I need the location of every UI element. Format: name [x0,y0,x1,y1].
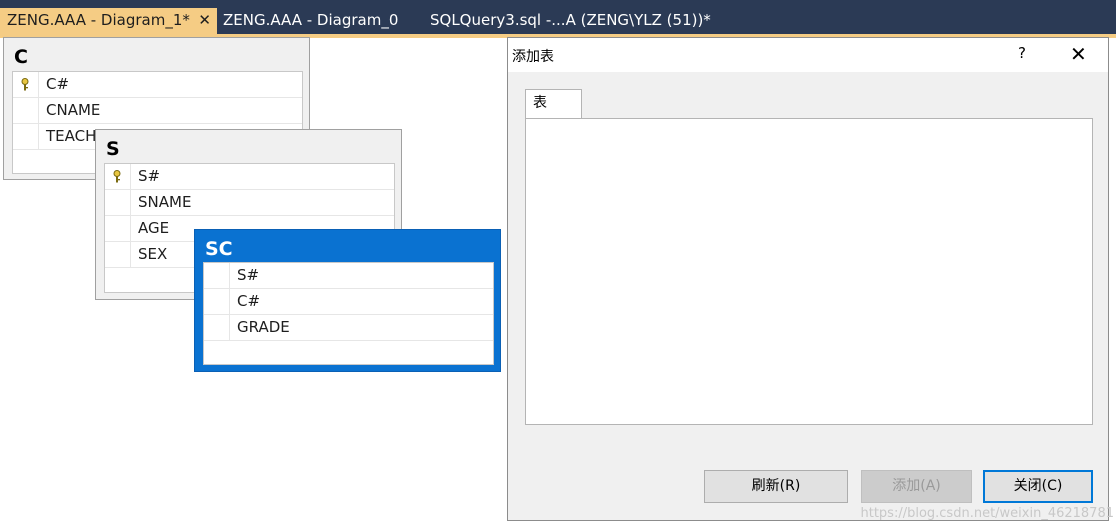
column-name: S# [138,167,161,185]
close-icon[interactable]: ✕ [1070,42,1087,66]
close-button[interactable]: 关闭(C) [983,470,1093,503]
tab-label: ZENG.AAA - Diagram_1* [7,11,190,29]
column-row[interactable]: C# [13,72,302,98]
table-list[interactable] [525,118,1093,425]
row-selector[interactable] [204,289,230,314]
row-selector[interactable] [105,242,131,267]
tab-label: ZENG.AAA - Diagram_0 [223,11,399,29]
column-row[interactable]: S# [105,164,394,190]
column-name: C# [46,75,70,93]
column-row[interactable]: S# [204,263,493,289]
row-selector[interactable] [13,124,39,149]
column-name: SEX [138,245,168,263]
row-selector[interactable] [105,164,131,189]
row-selector[interactable] [13,72,39,97]
table-sc[interactable]: SC S# C# GRADE [194,229,501,372]
table-title: SC [205,238,233,260]
column-name: CNAME [46,101,101,119]
add-table-dialog: 添加表 ? ✕ 表 刷新(R) 添加(A) 关闭(C) [507,37,1109,521]
column-row[interactable]: CNAME [13,98,302,124]
column-name: TEACH [46,127,97,145]
column-name: AGE [138,219,170,237]
table-title: S [106,138,120,160]
row-selector[interactable] [105,190,131,215]
column-row[interactable]: GRADE [204,315,493,341]
tab-diagram-0[interactable]: ZENG.AAA - Diagram_0 [223,8,398,34]
help-icon[interactable]: ? [1018,44,1026,62]
row-selector[interactable] [105,216,131,241]
column-row[interactable]: SNAME [105,190,394,216]
close-tab-icon[interactable]: ✕ [198,8,211,32]
refresh-button[interactable]: 刷新(R) [704,470,848,503]
row-selector[interactable] [13,98,39,123]
column-name: C# [237,292,261,310]
watermark: https://blog.csdn.net/weixin_46218781 [860,506,1114,521]
primary-key-icon [21,78,29,91]
row-selector[interactable] [204,263,230,288]
dialog-title: 添加表 [512,49,554,65]
add-button[interactable]: 添加(A) [861,470,972,503]
primary-key-icon [113,170,121,183]
column-name: S# [237,266,260,284]
table-title: C [14,46,28,68]
row-selector[interactable] [204,315,230,340]
tab-label: SQLQuery3.sql -...A (ZENG\YLZ (51))* [430,11,711,29]
column-name: SNAME [138,193,192,211]
tab-tables[interactable]: 表 [525,89,582,119]
document-tab-bar: ZENG.AAA - Diagram_1* ✕ ZENG.AAA - Diagr… [0,0,1116,38]
tab-diagram-1[interactable]: ZENG.AAA - Diagram_1* ✕ [0,8,217,34]
dialog-titlebar[interactable]: 添加表 ? ✕ [508,38,1108,72]
column-row[interactable]: C# [204,289,493,315]
column-grid: S# C# GRADE [203,262,494,365]
tab-sqlquery3[interactable]: SQLQuery3.sql -...A (ZENG\YLZ (51))* [430,8,711,34]
column-name: GRADE [237,318,290,336]
